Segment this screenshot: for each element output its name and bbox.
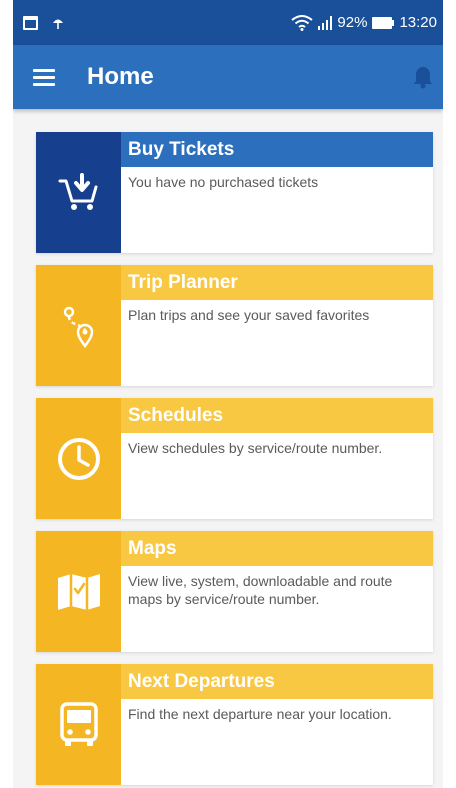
- card-body: Next Departures Find the next departure …: [121, 664, 433, 785]
- card-icon-box: [36, 398, 121, 519]
- next-departures-card[interactable]: Next Departures Find the next departure …: [36, 664, 433, 785]
- clock-icon: [57, 437, 100, 480]
- card-description: View live, system, downloadable and rout…: [128, 573, 393, 607]
- status-left: [23, 15, 78, 31]
- card-body: Trip Planner Plan trips and see your sav…: [121, 265, 433, 386]
- card-description: Find the next departure near your locati…: [128, 706, 392, 722]
- clock-time: 13:20: [399, 14, 437, 31]
- card-title: Trip Planner: [121, 265, 433, 300]
- menu-icon[interactable]: [33, 65, 55, 90]
- weather-icon: [53, 19, 63, 29]
- status-right: 92% 13:20: [286, 14, 437, 31]
- card-icon-box: [36, 132, 121, 253]
- card-body: Maps View live, system, downloadable and…: [121, 531, 433, 652]
- wifi-icon: [291, 14, 314, 31]
- buy-tickets-card[interactable]: Buy Tickets You have no purchased ticket…: [36, 132, 433, 253]
- schedules-card[interactable]: Schedules View schedules by service/rout…: [36, 398, 433, 519]
- trip-planner-card[interactable]: Trip Planner Plan trips and see your sav…: [36, 265, 433, 386]
- page-title: Home: [87, 63, 154, 90]
- card-description: Plan trips and see your saved favorites: [128, 307, 370, 323]
- card-title: Maps: [121, 531, 433, 566]
- calendar-icon: [23, 15, 38, 30]
- card-list: Buy Tickets You have no purchased ticket…: [13, 109, 443, 785]
- battery-percent: 92%: [337, 14, 368, 31]
- bus-icon: [59, 701, 98, 746]
- card-description: You have no purchased tickets: [128, 174, 319, 190]
- battery-icon: [372, 16, 395, 29]
- signal-icon: [318, 15, 333, 30]
- card-title: Schedules: [121, 398, 433, 433]
- route-icon: [63, 306, 93, 348]
- map-icon: [57, 573, 100, 610]
- card-body: Schedules View schedules by service/rout…: [121, 398, 433, 519]
- maps-card[interactable]: Maps View live, system, downloadable and…: [36, 531, 433, 652]
- card-description: View schedules by service/route number.: [128, 440, 383, 456]
- app-bar: Home: [13, 45, 443, 109]
- card-icon-box: [36, 265, 121, 386]
- card-icon-box: [36, 664, 121, 785]
- status-bar: 92% 13:20: [13, 0, 443, 45]
- card-title: Buy Tickets: [121, 132, 433, 167]
- cart-icon: [58, 172, 97, 210]
- card-icon-box: [36, 531, 121, 652]
- phone-screen: 92% 13:20 Home Buy Tickets You have no p…: [13, 0, 443, 788]
- notification-icon[interactable]: [413, 65, 433, 89]
- card-body: Buy Tickets You have no purchased ticket…: [121, 132, 433, 253]
- card-title: Next Departures: [121, 664, 433, 699]
